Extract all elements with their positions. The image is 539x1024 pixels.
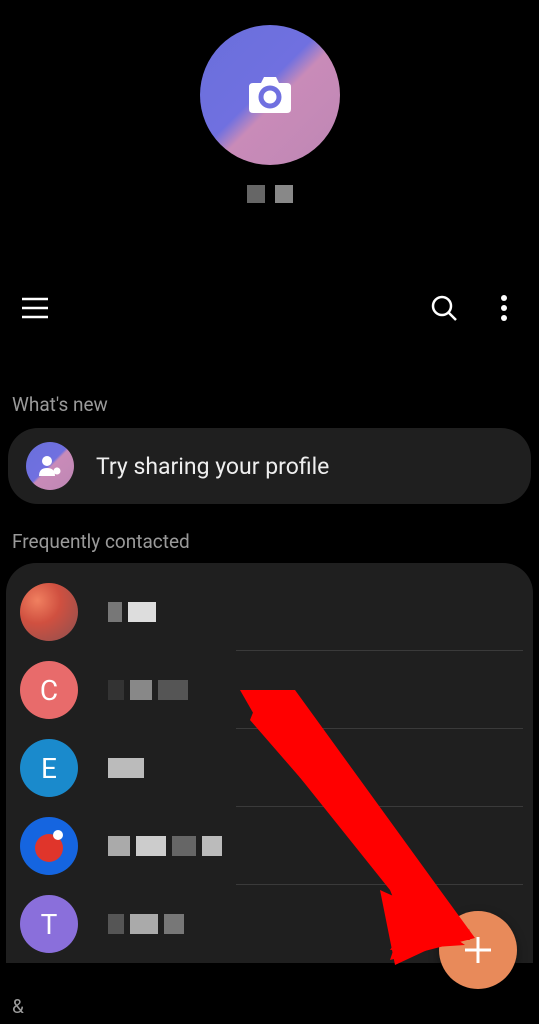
contact-name-redacted [108, 680, 188, 700]
contact-avatar: T [20, 895, 78, 953]
toolbar [0, 293, 539, 323]
index-letter: & [12, 995, 24, 1018]
contact-avatar: E [20, 739, 78, 797]
contact-item[interactable]: E [6, 729, 533, 807]
profile-name-redacted [247, 185, 293, 203]
profile-header [0, 0, 539, 203]
contact-avatar [20, 817, 78, 875]
contacts-list: C E T [6, 563, 533, 963]
contact-item[interactable] [6, 807, 533, 885]
contact-item[interactable] [6, 573, 533, 651]
share-profile-text: Try sharing your profile [96, 453, 329, 480]
camera-icon [247, 75, 293, 115]
contact-avatar: C [20, 661, 78, 719]
contact-name-redacted [108, 602, 156, 622]
pingpong-icon [31, 828, 67, 864]
more-button[interactable] [489, 293, 519, 323]
contact-name-redacted [108, 758, 144, 778]
whats-new-label: What's new [0, 393, 539, 416]
contact-avatar [20, 583, 78, 641]
contact-name-redacted [108, 914, 184, 934]
contact-item[interactable]: C [6, 651, 533, 729]
plus-icon [461, 933, 495, 967]
frequently-contacted-label: Frequently contacted [0, 530, 539, 553]
share-profile-icon [26, 442, 74, 490]
contact-name-redacted [108, 836, 222, 856]
add-contact-fab[interactable] [439, 911, 517, 989]
profile-avatar[interactable] [200, 25, 340, 165]
search-button[interactable] [429, 293, 459, 323]
menu-button[interactable] [20, 293, 50, 323]
share-profile-card[interactable]: Try sharing your profile [8, 428, 531, 504]
